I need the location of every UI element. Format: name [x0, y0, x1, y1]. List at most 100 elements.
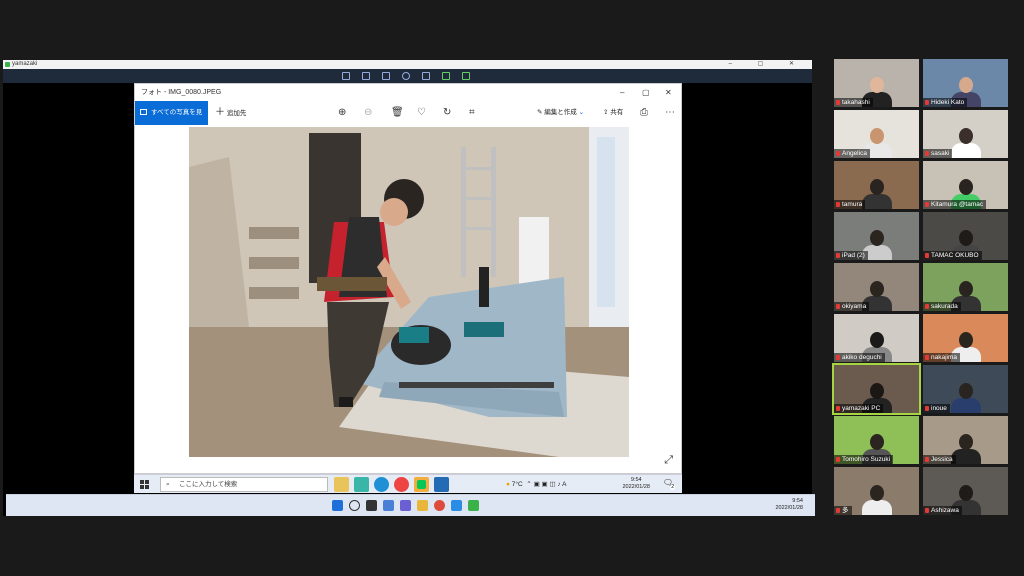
settings-icon[interactable] — [462, 72, 470, 80]
local-time: 9:54 — [792, 498, 803, 504]
muted-mic-icon — [925, 457, 929, 462]
photos-app-icon[interactable] — [434, 477, 449, 492]
ime-indicator[interactable]: A — [562, 481, 566, 488]
participant-name: Kitamura @tamac — [923, 200, 987, 209]
participant-tile[interactable]: takahashi — [834, 59, 919, 107]
local-date: 2022/01/28 — [775, 505, 803, 511]
photos-toolbar: すべての写真を見る ＋ 追加先 ⊕ ⊖ 🗑 ♡ ↻ ⌗ ✎ 編集と作成 ⌄ ⇪ … — [135, 101, 681, 140]
print-icon[interactable]: ⎙ — [640, 107, 648, 119]
add-to-button[interactable]: ＋ 追加先 — [215, 101, 246, 126]
crop-icon[interactable]: ⌗ — [469, 107, 475, 119]
edit-icon: ✎ — [537, 109, 543, 116]
line-app-frame-icon[interactable] — [414, 477, 429, 492]
task-view-icon[interactable] — [366, 500, 377, 511]
rotate-icon[interactable]: ↻ — [443, 107, 451, 119]
chevron-down-icon: ⌄ — [578, 109, 585, 116]
muted-mic-icon — [836, 100, 840, 105]
participant-tile[interactable]: okiyama — [834, 263, 919, 311]
muted-mic-icon — [925, 151, 929, 156]
participant-tile[interactable]: Kitamura @tamac — [923, 161, 1008, 209]
chat-icon[interactable] — [400, 500, 411, 511]
clock-time: 9:54 — [630, 477, 642, 483]
maximize-icon[interactable]: ▢ — [642, 84, 650, 101]
delete-icon[interactable]: 🗑 — [391, 107, 404, 119]
photo-image — [189, 127, 629, 457]
participant-tile[interactable]: Angelica — [834, 110, 919, 158]
local-tray-clock[interactable]: 9:54 2022/01/28 — [775, 498, 803, 512]
share-label: 共有 — [610, 109, 624, 116]
zoom-out-icon[interactable]: ⊖ — [364, 107, 372, 119]
muted-mic-icon — [925, 304, 929, 309]
monitor-icon[interactable] — [342, 72, 350, 80]
participant-tile[interactable]: Hideki Kato — [923, 59, 1008, 107]
participant-tile[interactable]: iPad (2) — [834, 212, 919, 260]
participant-avatar — [861, 485, 892, 515]
share-toolbar — [3, 69, 812, 83]
window-controls[interactable]: – ▢ ✕ — [729, 60, 806, 69]
muted-mic-icon — [925, 100, 929, 105]
widgets-icon[interactable] — [383, 500, 394, 511]
participant-tile[interactable]: inoue — [923, 365, 1008, 413]
windows-start-icon[interactable] — [332, 500, 343, 511]
grid-icon[interactable] — [442, 72, 450, 80]
all-photos-button[interactable]: すべての写真を見る — [135, 101, 208, 140]
shared-window-title: yamazaki — [12, 61, 38, 67]
participant-tile[interactable]: Jessica — [923, 416, 1008, 464]
photos-title: フォト - IMG_0080.JPEG — [141, 89, 222, 96]
photos-titlebar: フォト - IMG_0080.JPEG – ▢ ✕ — [135, 84, 681, 101]
weather-text: 7°C — [511, 481, 523, 488]
remote-taskbar: ⌕ ここに入力して検索 ● 7°C ⌃ ▣ ▣ ◫ ♪ A 9:54 2022/… — [134, 474, 682, 493]
shared-window-titlebar: yamazaki – ▢ ✕ — [3, 60, 812, 69]
participant-tile[interactable]: yamazaki PC — [832, 363, 921, 415]
chrome-icon[interactable] — [394, 477, 409, 492]
muted-mic-icon — [836, 202, 840, 207]
participant-tile[interactable]: Ashizawa — [923, 467, 1008, 515]
edit-create-label: 編集と作成 — [544, 109, 577, 116]
participant-name: TAMAC OKUBO — [923, 251, 982, 260]
copy-icon[interactable] — [362, 72, 370, 80]
fullscreen-icon[interactable]: ⤢ — [664, 454, 673, 467]
edge-icon[interactable] — [374, 477, 389, 492]
participant-tile[interactable]: sakurada — [923, 263, 1008, 311]
participant-gallery: takahashi Hideki Kato Angelica sasaki tamura… — [832, 59, 1009, 519]
more-icon[interactable]: ⋯ — [665, 107, 675, 119]
muted-mic-icon — [925, 508, 929, 513]
minimize-icon[interactable]: – — [620, 84, 624, 101]
file-explorer-icon[interactable] — [417, 500, 428, 511]
close-icon[interactable]: ✕ — [665, 84, 672, 101]
participant-tile[interactable]: Tomohiro Suzuki — [834, 416, 919, 464]
taskbar-search-box[interactable]: ⌕ ここに入力して検索 — [160, 477, 328, 492]
notification-count: 2 — [670, 484, 675, 490]
search-icon[interactable] — [349, 500, 360, 511]
chevron-up-icon[interactable]: ⌃ — [526, 481, 531, 488]
share-button[interactable]: ⇪ 共有 — [603, 101, 623, 125]
app-icon[interactable] — [354, 477, 369, 492]
chrome-icon[interactable] — [434, 500, 445, 511]
zoom-in-icon[interactable]: ⊕ — [338, 107, 346, 119]
windows-start-icon[interactable] — [140, 480, 149, 489]
zoom-icon[interactable] — [451, 500, 462, 511]
expand-icon[interactable] — [422, 72, 430, 80]
participant-tile[interactable]: nakajima — [923, 314, 1008, 362]
muted-mic-icon — [836, 304, 840, 309]
file-explorer-icon[interactable] — [334, 477, 349, 492]
muted-mic-icon — [925, 406, 929, 411]
muted-mic-icon — [836, 508, 840, 513]
eye-icon[interactable] — [402, 72, 410, 80]
edit-create-button[interactable]: ✎ 編集と作成 ⌄ — [537, 101, 584, 125]
zoom-meeting-window: yamazaki – ▢ ✕ フォト - IMG_0080.JPEG – ▢ ✕ — [0, 0, 1024, 576]
screen-icon[interactable] — [382, 72, 390, 80]
remote-app-icon[interactable] — [468, 500, 479, 511]
taskbar-clock[interactable]: 9:54 2022/01/28 — [622, 477, 650, 491]
participant-tile[interactable]: sasaki — [923, 110, 1008, 158]
participant-tile[interactable]: TAMAC OKUBO — [923, 212, 1008, 260]
favorite-icon[interactable]: ♡ — [417, 107, 426, 119]
shared-screen: yamazaki – ▢ ✕ フォト - IMG_0080.JPEG – ▢ ✕ — [3, 60, 815, 516]
tray-icons[interactable]: ▣ ▣ ◫ ♪ — [534, 481, 561, 488]
participant-tile[interactable]: akiko deguchi — [834, 314, 919, 362]
muted-mic-icon — [836, 355, 840, 360]
construction-photo — [189, 127, 629, 457]
participant-tile[interactable]: tamura — [834, 161, 919, 209]
plus-icon: ＋ — [215, 107, 225, 118]
participant-tile[interactable]: 多 — [834, 467, 919, 515]
